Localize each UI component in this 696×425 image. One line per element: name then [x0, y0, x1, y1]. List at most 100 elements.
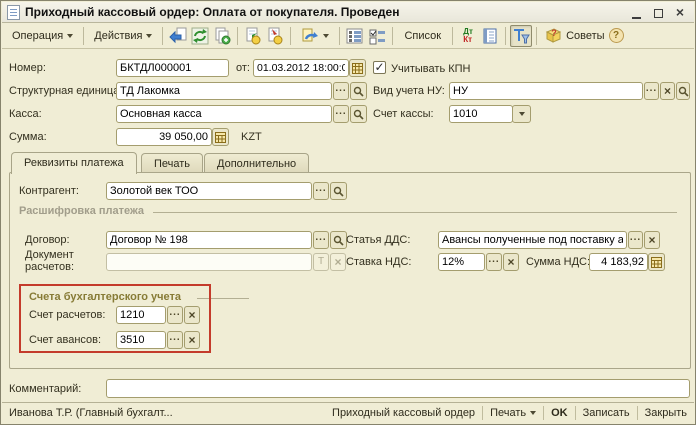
maximize-button[interactable] — [651, 6, 665, 19]
settlement-doc-type-button[interactable]: T — [313, 253, 329, 271]
number-input[interactable] — [116, 59, 229, 77]
unpost-document-icon — [266, 27, 284, 45]
amount-calculator-button[interactable] — [212, 128, 229, 146]
vat-amount-calculator-button[interactable] — [648, 253, 665, 271]
settlement-account-select-button[interactable]: ... — [167, 306, 183, 324]
toolbar-separator — [162, 27, 163, 45]
advice-book-icon: ? — [545, 27, 562, 44]
write-document-button[interactable] — [167, 25, 189, 47]
unpost-document-button[interactable] — [264, 25, 286, 47]
ok-button[interactable]: OK — [551, 407, 568, 419]
tab-additional[interactable]: Дополнительно — [204, 153, 309, 174]
cash-account-dropdown-button[interactable] — [512, 105, 531, 123]
document-journal-icon — [481, 27, 499, 45]
help-icon[interactable]: ? — [609, 28, 624, 43]
statusbar-separator — [637, 406, 638, 420]
account-correspondence-button[interactable] — [510, 25, 532, 47]
close-form-button[interactable]: Закрыть — [645, 407, 687, 419]
status-bar: Иванова Т.Р. (Главный бухгалт... Приходн… — [2, 402, 694, 423]
print-button[interactable]: Печать — [490, 407, 536, 419]
post-document-button[interactable] — [242, 25, 264, 47]
nu-kind-search-button[interactable] — [676, 82, 690, 100]
save-button[interactable]: Записать — [583, 407, 630, 419]
structural-unit-input[interactable] — [116, 82, 332, 100]
structure-rows-button[interactable] — [344, 25, 366, 47]
maximize-icon — [654, 9, 663, 18]
cashflow-item-clear-button[interactable]: × — [644, 231, 660, 249]
comment-label: Комментарий: — [9, 380, 81, 398]
settlement-account-clear-button[interactable]: × — [184, 306, 200, 324]
dt-kt-postings-button[interactable]: Дт Кт — [457, 25, 479, 47]
vat-rate-select-button[interactable]: ... — [486, 253, 502, 271]
settlement-doc-label: Документ расчетов: — [25, 249, 103, 273]
accounting-accounts-section-title: Счета бухгалтерского учета — [29, 291, 181, 303]
amount-input[interactable] — [116, 128, 212, 146]
print-button-label: Печать — [490, 407, 526, 419]
actions-menu-button[interactable]: Действия — [88, 27, 158, 45]
vat-rate-input[interactable] — [438, 253, 485, 271]
list-button[interactable]: Список — [397, 27, 448, 45]
cash-desk-search-button[interactable] — [350, 105, 367, 123]
date-calendar-button[interactable] — [349, 59, 366, 77]
contract-input[interactable] — [106, 231, 312, 249]
search-icon — [333, 235, 344, 246]
current-user-label: Иванова Т.Р. (Главный бухгалт... — [9, 407, 332, 419]
structural-unit-label: Структурная единица: — [9, 82, 122, 100]
contract-select-button[interactable]: ... — [313, 231, 329, 249]
date-input[interactable] — [253, 59, 349, 77]
settlement-account-label: Счет расчетов: — [29, 306, 105, 324]
vat-amount-label: Сумма НДС: — [526, 253, 590, 271]
tab-payment-details[interactable]: Реквизиты платежа — [11, 152, 137, 174]
minimize-button[interactable] — [629, 6, 643, 19]
minimize-icon — [632, 10, 641, 19]
chevron-down-icon — [67, 34, 73, 38]
cash-account-input[interactable] — [449, 105, 513, 123]
vat-rate-clear-button[interactable]: × — [503, 253, 519, 271]
cashflow-item-input[interactable] — [438, 231, 627, 249]
counterparty-input[interactable] — [106, 182, 312, 200]
nu-kind-clear-button[interactable]: × — [660, 82, 675, 100]
dt-kt-icon: Дт Кт — [463, 28, 473, 44]
search-icon — [353, 109, 364, 120]
settlement-doc-clear-button[interactable]: × — [330, 253, 346, 271]
counterparty-search-button[interactable] — [330, 182, 347, 200]
nu-kind-input[interactable] — [449, 82, 643, 100]
document-icon — [7, 5, 20, 20]
create-based-on-button[interactable] — [295, 24, 335, 48]
comment-input[interactable] — [106, 379, 690, 398]
kpn-checkbox[interactable]: ✓ — [373, 61, 386, 74]
refresh-button[interactable] — [189, 25, 211, 47]
counterparty-select-button[interactable]: ... — [313, 182, 329, 200]
settings-list-button[interactable] — [366, 25, 388, 47]
close-button[interactable]: × — [673, 6, 687, 19]
kpn-checkbox-label[interactable]: Учитывать КПН — [391, 60, 471, 78]
copy-button[interactable] — [211, 25, 233, 47]
advance-account-select-button[interactable]: ... — [167, 331, 183, 349]
operation-menu-button[interactable]: Операция — [6, 27, 79, 45]
settings-list-icon — [368, 27, 386, 45]
settlement-doc-input[interactable] — [106, 253, 312, 271]
advance-account-input[interactable] — [116, 331, 166, 349]
actions-menu-label: Действия — [94, 30, 142, 42]
settlement-account-input[interactable] — [116, 306, 166, 324]
cash-desk-input[interactable] — [116, 105, 332, 123]
vat-amount-input[interactable] — [589, 253, 648, 271]
advice-button[interactable]: ? Советы — [541, 25, 608, 46]
structure-rows-icon — [346, 27, 364, 45]
toolbar-separator — [339, 27, 340, 45]
structural-unit-search-button[interactable] — [350, 82, 367, 100]
advance-account-clear-button[interactable]: × — [184, 331, 200, 349]
calendar-icon — [352, 63, 363, 74]
contract-search-button[interactable] — [330, 231, 347, 249]
cash-desk-select-button[interactable]: ... — [333, 105, 349, 123]
structural-unit-select-button[interactable]: ... — [333, 82, 349, 100]
search-icon — [353, 86, 364, 97]
document-type-label: Приходный кассовый ордер — [332, 407, 475, 419]
tab-print[interactable]: Печать — [141, 153, 203, 174]
post-document-icon — [244, 27, 262, 45]
nu-kind-select-button[interactable]: ... — [644, 82, 659, 100]
counterparty-label: Контрагент: — [19, 182, 79, 200]
write-document-icon — [169, 27, 187, 45]
document-journal-button[interactable] — [479, 25, 501, 47]
cashflow-item-select-button[interactable]: ... — [628, 231, 643, 249]
